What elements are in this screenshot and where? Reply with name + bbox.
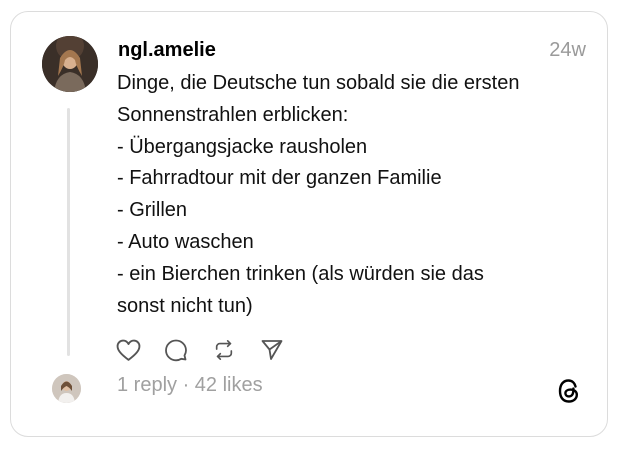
author-username[interactable]: ngl.amelie bbox=[118, 38, 216, 62]
post-line: Sonnenstrahlen erblicken: bbox=[117, 103, 349, 126]
post-line: - Grillen bbox=[117, 199, 188, 222]
post-stats[interactable]: 1 reply · 42 likes bbox=[117, 373, 263, 397]
threads-logo-icon[interactable] bbox=[556, 378, 582, 404]
post-line: sonst nicht tun) bbox=[117, 294, 253, 317]
send-icon[interactable] bbox=[259, 337, 285, 363]
heart-icon[interactable] bbox=[115, 337, 141, 363]
reply-avatar[interactable] bbox=[52, 374, 81, 403]
post-line: - ein Bierchen trinken (als würden sie d… bbox=[117, 262, 484, 285]
thread-line bbox=[67, 108, 70, 356]
comment-icon[interactable] bbox=[163, 337, 189, 363]
post-line: - Übergangsjacke rausholen bbox=[117, 135, 368, 158]
post-line: Dinge, die Deutsche tun sobald sie die e… bbox=[117, 72, 520, 94]
repost-icon[interactable] bbox=[211, 337, 237, 363]
author-avatar[interactable] bbox=[42, 36, 98, 92]
post-line: - Auto waschen bbox=[117, 230, 254, 253]
post-timestamp[interactable]: 24w bbox=[549, 38, 586, 62]
action-bar bbox=[115, 336, 285, 364]
post-body: Dinge, die Deutsche tun sobald sie die e… bbox=[117, 68, 587, 322]
post-line: - Fahrradtour mit der ganzen Familie bbox=[117, 167, 442, 190]
